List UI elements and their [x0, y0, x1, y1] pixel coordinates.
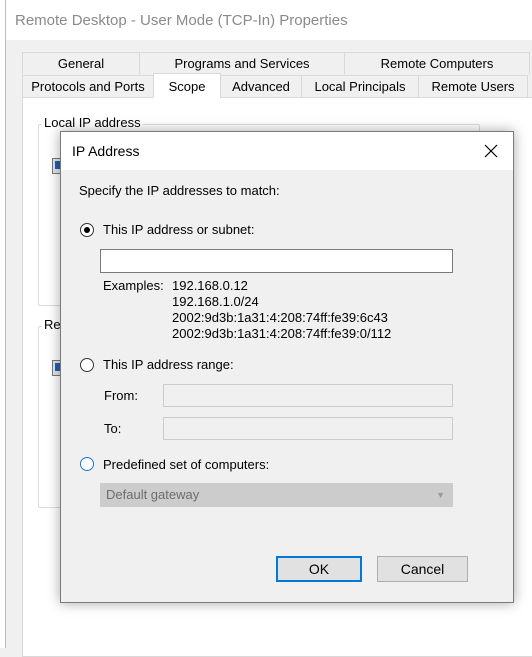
tab-programs-and-services[interactable]: Programs and Services — [139, 52, 345, 74]
subnet-input[interactable] — [100, 249, 453, 273]
example-ipv4-subnet: 192.168.1.0/24 — [172, 294, 259, 309]
tab-remote-computers[interactable]: Remote Computers — [344, 52, 530, 74]
radio-predefined-label[interactable]: Predefined set of computers: — [103, 457, 269, 472]
example-ipv6-subnet: 2002:9d3b:1a31:4:208:74ff:fe39:0/112 — [172, 326, 392, 341]
tab-row-top: General Programs and Services Remote Com… — [22, 52, 530, 75]
example-ipv4: 192.168.0.12 — [172, 278, 248, 293]
close-icon — [484, 144, 497, 158]
radio-subnet[interactable] — [80, 223, 94, 237]
tab-row-bottom: Protocols and Ports Scope Advanced Local… — [22, 73, 528, 98]
cancel-button[interactable]: Cancel — [377, 556, 468, 582]
radio-subnet-label[interactable]: This IP address or subnet: — [103, 222, 255, 237]
tab-scope[interactable]: Scope — [153, 73, 221, 98]
radio-range[interactable] — [80, 358, 94, 372]
ok-button[interactable]: OK — [276, 556, 362, 582]
tab-general[interactable]: General — [22, 52, 140, 74]
predefined-computers-select[interactable]: Default gateway ▼ — [100, 483, 453, 507]
radio-predefined[interactable] — [80, 457, 94, 471]
example-ipv6: 2002:9d3b:1a31:4:208:74ff:fe39:6c43 — [172, 310, 388, 325]
examples-label: Examples: — [103, 278, 164, 293]
tab-local-principals[interactable]: Local Principals — [301, 75, 419, 97]
examples-list: 192.168.0.12 192.168.1.0/24 2002:9d3b:1a… — [172, 278, 391, 342]
dialog-prompt: Specify the IP addresses to match: — [79, 183, 280, 198]
from-label: From: — [104, 388, 138, 403]
range-to-input[interactable] — [163, 417, 453, 440]
tab-remote-users[interactable]: Remote Users — [418, 75, 528, 97]
range-from-input[interactable] — [163, 384, 453, 407]
window-title: Remote Desktop - User Mode (TCP-In) Prop… — [15, 12, 348, 29]
ip-address-dialog: IP Address Specify the IP addresses to m… — [60, 131, 514, 603]
tab-protocols-and-ports[interactable]: Protocols and Ports — [22, 75, 154, 97]
dialog-title: IP Address — [72, 143, 140, 159]
close-button[interactable] — [468, 132, 513, 170]
dialog-title-bar: IP Address — [61, 132, 513, 170]
tab-advanced[interactable]: Advanced — [220, 75, 302, 97]
local-ip-group-label: Local IP address — [42, 115, 143, 130]
chevron-down-icon: ▼ — [436, 490, 445, 500]
to-label: To: — [104, 421, 122, 436]
predefined-selected-value: Default gateway — [106, 487, 200, 502]
radio-range-label[interactable]: This IP address range: — [103, 357, 234, 372]
title-bar: Remote Desktop - User Mode (TCP-In) Prop… — [6, 0, 532, 40]
